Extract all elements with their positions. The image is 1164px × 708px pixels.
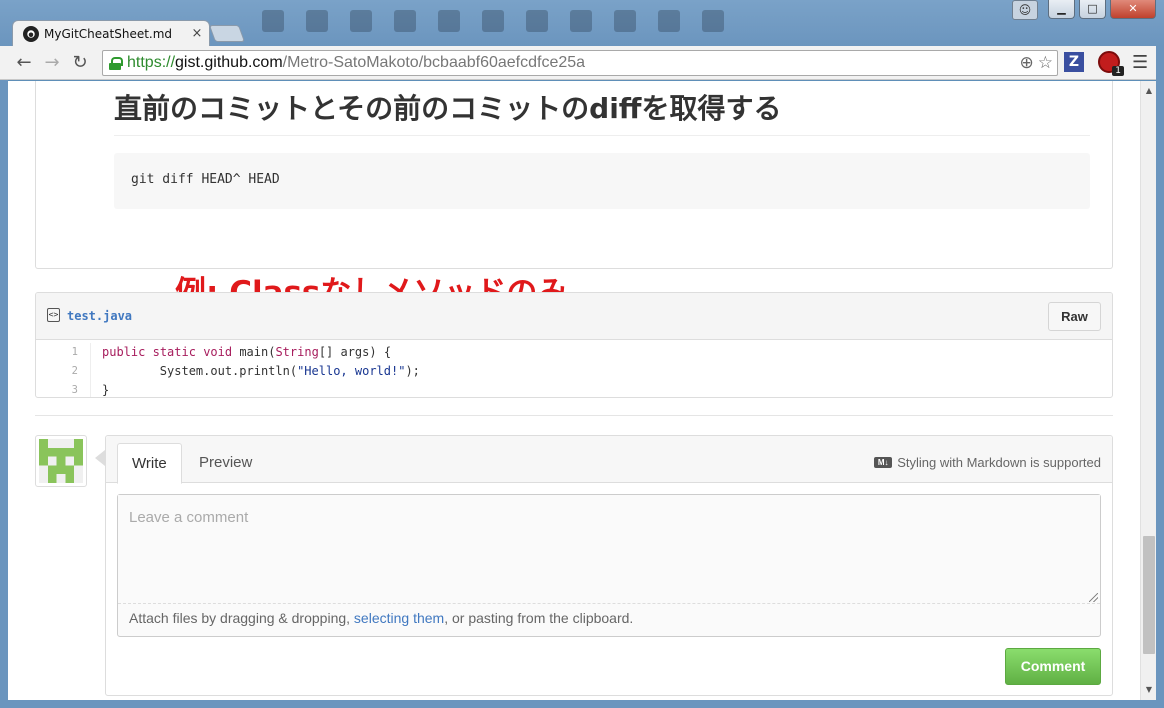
tab-close-icon[interactable]: ×: [189, 26, 205, 41]
line-code: System.out.println("Hello, world!");: [102, 364, 420, 378]
file-header: <> test.java Raw: [36, 293, 1112, 340]
window-titlebar: MyGitCheatSheet.md × ☺ ▁ □ ✕: [0, 0, 1164, 46]
new-tab-button[interactable]: [208, 25, 246, 42]
comment-textarea[interactable]: [118, 495, 1100, 604]
attach-files-hint: Attach files by dragging & dropping, sel…: [129, 610, 634, 626]
code-line: 3 }: [36, 381, 1112, 397]
comment-submit-button[interactable]: Comment: [1005, 648, 1101, 685]
maximize-button[interactable]: □: [1079, 0, 1106, 19]
comment-area: Attach files by dragging & dropping, sel…: [117, 494, 1101, 637]
window-frame-bottom: [0, 700, 1164, 708]
forward-arrow-icon[interactable]: →: [38, 52, 66, 73]
line-number[interactable]: 2: [36, 362, 91, 381]
scroll-up-icon[interactable]: ▲: [1141, 83, 1157, 99]
window-frame-left: [0, 80, 8, 708]
identicon-icon: [39, 439, 83, 483]
code-block: git diff HEAD^ HEAD: [114, 153, 1090, 209]
line-number[interactable]: 3: [36, 381, 91, 397]
markdown-file-box: 直前のコミットとその前のコミットのdiffを取得する git diff HEAD…: [35, 81, 1113, 269]
bookmark-star-icon[interactable]: ☆: [1038, 53, 1053, 73]
scrollbar-thumb[interactable]: [1143, 536, 1155, 654]
resize-grip-icon[interactable]: [1089, 593, 1098, 602]
browser-menu-icon[interactable]: ☰: [1132, 52, 1148, 73]
select-files-link[interactable]: selecting them: [354, 610, 444, 626]
heading-rule: [114, 135, 1090, 136]
markdown-heading: 直前のコミットとその前のコミットのdiffを取得する: [114, 92, 782, 125]
scroll-down-icon[interactable]: ▼: [1141, 682, 1157, 698]
code-lines: 1 public static void main(String[] args)…: [36, 340, 1112, 397]
back-arrow-icon[interactable]: ←: [10, 52, 38, 73]
desktop-background-icons: [262, 10, 724, 32]
markdown-hint-text: Styling with Markdown is supported: [897, 455, 1101, 470]
comment-pointer: [95, 450, 105, 466]
markdown-icon: M↓: [874, 457, 893, 468]
address-bar[interactable]: https://gist.github.com/Metro-SatoMakoto…: [102, 50, 1058, 76]
tab-write[interactable]: Write: [117, 443, 182, 484]
url-text[interactable]: https://gist.github.com/Metro-SatoMakoto…: [127, 54, 585, 72]
tab-title: MyGitCheatSheet.md: [44, 26, 173, 41]
window-frame-right: [1156, 46, 1164, 708]
zoom-icon[interactable]: ⊕: [1020, 53, 1034, 73]
close-window-button[interactable]: ✕: [1110, 0, 1156, 19]
browser-toolbar: ← → ↻ https://gist.github.com/Metro-Sato…: [0, 46, 1164, 80]
minimize-button[interactable]: ▁: [1048, 0, 1075, 19]
reload-icon[interactable]: ↻: [66, 52, 94, 73]
section-divider: [35, 415, 1113, 416]
github-octocat-icon: [23, 25, 39, 42]
line-number[interactable]: 1: [36, 343, 91, 362]
tab-preview[interactable]: Preview: [185, 443, 266, 484]
window-controls: ☺ ▁ □ ✕: [1012, 0, 1156, 20]
line-code: }: [102, 383, 110, 397]
raw-button[interactable]: Raw: [1048, 302, 1101, 331]
java-file-box: <> test.java Raw 1 public static void ma…: [35, 292, 1113, 398]
profile-icon[interactable]: ☺: [1012, 0, 1038, 20]
extension-stop-icon[interactable]: 1: [1098, 51, 1124, 76]
file-name-link[interactable]: test.java: [67, 309, 132, 323]
vertical-scrollbar[interactable]: ▲ ▼: [1140, 81, 1156, 700]
comment-form: Write Preview M↓ Styling with Markdown i…: [105, 435, 1113, 696]
extension-badge-count: 1: [1112, 66, 1124, 76]
code-line: 2 System.out.println("Hello, world!");: [36, 362, 1112, 381]
page-viewport: 直前のコミットとその前のコミットのdiffを取得する git diff HEAD…: [8, 81, 1140, 700]
line-code: public static void main(String[] args) {: [102, 345, 392, 359]
markdown-hint[interactable]: M↓ Styling with Markdown is supported: [874, 455, 1101, 470]
comment-tabs: Write Preview M↓ Styling with Markdown i…: [106, 436, 1112, 484]
avatar[interactable]: [35, 435, 87, 487]
browser-tab[interactable]: MyGitCheatSheet.md ×: [12, 20, 210, 46]
code-text: git diff HEAD^ HEAD: [131, 172, 280, 187]
code-file-icon: <>: [47, 308, 60, 322]
code-line: 1 public static void main(String[] args)…: [36, 343, 1112, 362]
extension-z-icon[interactable]: Z: [1064, 52, 1084, 72]
lock-icon: [109, 56, 123, 70]
